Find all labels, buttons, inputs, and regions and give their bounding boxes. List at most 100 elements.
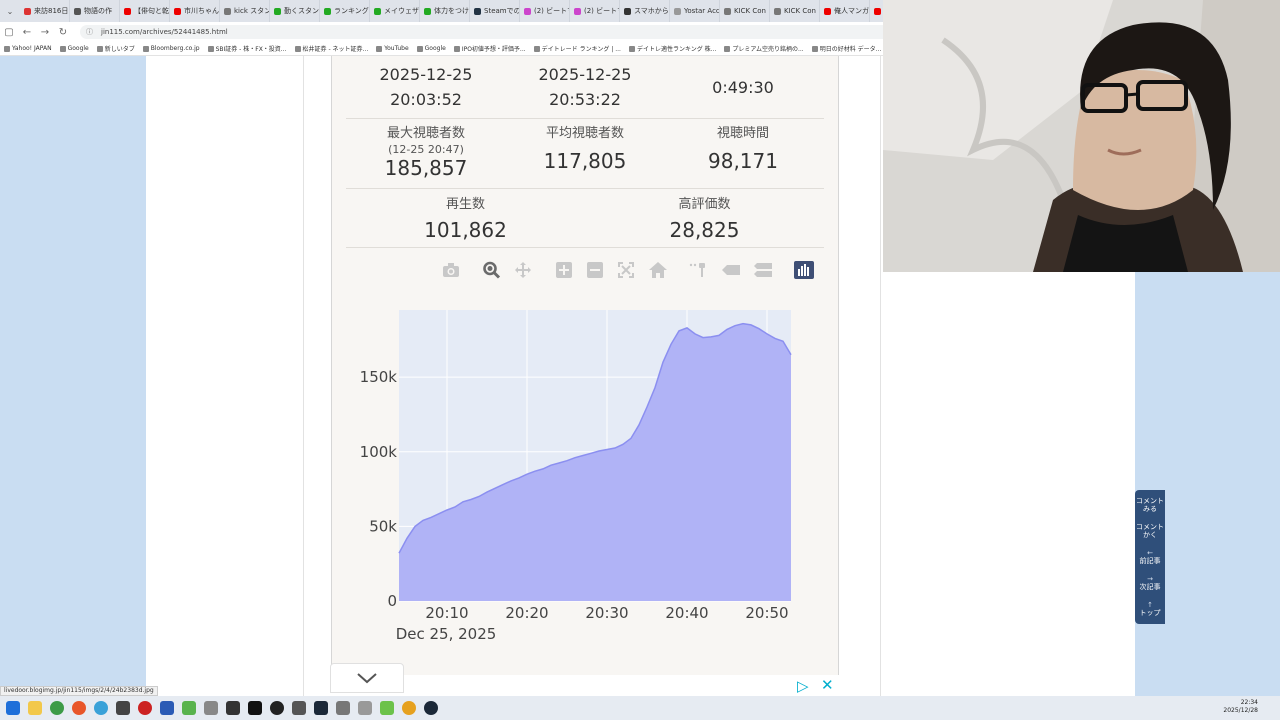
browser-tab[interactable]: 体力をつけ [420, 0, 470, 22]
start-icon[interactable] [6, 701, 20, 715]
zoom-out-icon[interactable] [584, 260, 606, 280]
bookmark-item[interactable]: SBI証券 - 株・FX・投資... [207, 44, 287, 53]
side-nav-button[interactable]: コメント かく [1135, 518, 1165, 544]
pan-icon[interactable] [512, 260, 534, 280]
chrome-icon[interactable] [50, 701, 64, 715]
app-icon[interactable] [336, 701, 350, 715]
bookmark-item[interactable]: Yahoo! JAPAN [4, 45, 52, 52]
ad-choices-icon[interactable]: ▷ [797, 677, 809, 695]
bookmark-item[interactable]: Google [416, 45, 446, 52]
site-info-icon[interactable]: ⓘ [86, 27, 93, 37]
ad-close-icon[interactable]: ✕ [821, 676, 834, 694]
forward-icon[interactable]: → [36, 27, 54, 38]
browser-tab[interactable]: Yostar Account [670, 0, 720, 22]
app-icon[interactable] [358, 701, 372, 715]
bookmark-item[interactable]: 明日の好材料 データ... [811, 44, 881, 53]
bookmark-item[interactable]: IPO初値予想・評価予... [453, 44, 526, 53]
hover-compare-icon[interactable] [752, 260, 774, 280]
home-icon[interactable] [647, 260, 669, 280]
bookmark-label: プレミアム空売り銘柄の... [732, 46, 804, 53]
url-text: jin115.com/archives/52441485.html [101, 28, 228, 36]
system-clock[interactable]: 22:34 2025/12/28 [1223, 699, 1258, 715]
steam-icon[interactable] [424, 701, 438, 715]
bookmark-favicon-icon [4, 45, 10, 52]
side-nav-button[interactable]: ← 前記事 [1135, 544, 1165, 570]
tab-favicon-icon [124, 7, 131, 15]
app-icon[interactable] [204, 701, 218, 715]
browser-tab[interactable]: (2) ビートマ [570, 0, 620, 22]
browser-tab[interactable]: 来訪816日 [20, 0, 70, 22]
browser-tab[interactable]: 市川ちゃん [170, 0, 220, 22]
url-field[interactable]: ⓘ jin115.com/archives/52441485.html [80, 25, 940, 39]
browser-tab[interactable]: KICK Con [770, 0, 820, 22]
bookmark-item[interactable]: プレミアム空売り銘柄の... [724, 44, 804, 53]
tab-favicon-icon [274, 7, 281, 15]
bookmark-favicon-icon [533, 45, 540, 52]
back-icon[interactable]: ← [18, 27, 36, 38]
camera-icon[interactable] [440, 260, 462, 280]
edge-icon[interactable] [94, 701, 108, 715]
reload-icon[interactable]: ↻ [54, 27, 72, 38]
file-explorer-icon[interactable] [28, 701, 42, 715]
hover-closest-icon[interactable] [720, 260, 742, 280]
firefox-icon[interactable] [72, 701, 86, 715]
browser-tab[interactable]: ランキング [320, 0, 370, 22]
avg-viewers-value: 117,805 [543, 149, 627, 173]
bookmark-item[interactable]: 松井証券 - ネット証券... [294, 44, 368, 53]
bookmark-item[interactable]: Google [59, 45, 89, 52]
end-time: 20:53:22 [549, 90, 621, 109]
app-icon[interactable] [292, 701, 306, 715]
browser-tab[interactable]: メイウェザ [370, 0, 420, 22]
browser-tab[interactable]: 【俳句と乾 [120, 0, 170, 22]
browser-tab[interactable]: スマホからも [620, 0, 670, 22]
app-icon[interactable] [248, 701, 262, 715]
bookmark-label: デイトレ適性ランキング 株... [636, 46, 717, 53]
browser-tab[interactable]: Steamでの [470, 0, 520, 22]
tab-favicon-icon [24, 7, 31, 15]
side-floating-nav: コメント みる コメント かく ← 前記事 → 次記事 ↑ トップ [1135, 490, 1165, 624]
steam-icon[interactable] [314, 701, 328, 715]
record-icon[interactable] [138, 701, 152, 715]
browser-tab[interactable]: KICK Con [720, 0, 770, 22]
tab-favicon-icon [874, 7, 881, 15]
ad-banner[interactable] [331, 675, 839, 696]
plotly-logo-icon[interactable] [793, 260, 815, 280]
app-icon[interactable] [402, 701, 416, 715]
tab-favicon-icon [424, 7, 431, 15]
watch-time-label: 視聴時間 [716, 126, 769, 141]
tab-menu-button[interactable]: ⌄ [0, 0, 20, 22]
collapse-ad-button[interactable] [330, 663, 404, 693]
side-nav-button[interactable]: ↑ トップ [1135, 596, 1165, 622]
browser-tab[interactable]: 俺人マンガ [820, 0, 870, 22]
app-icon[interactable] [160, 701, 174, 715]
autoscale-icon[interactable] [615, 260, 637, 280]
bookmark-item[interactable]: Bloomberg.co.jp [142, 45, 200, 52]
browser-tab[interactable]: kick スタン [220, 0, 270, 22]
app-icon[interactable] [182, 701, 196, 715]
browser-tab[interactable]: (2) ビートマ [520, 0, 570, 22]
app-icon[interactable] [380, 701, 394, 715]
tab-label: ランキング [334, 7, 369, 15]
terminal-icon[interactable] [226, 701, 240, 715]
duration-cell: 0:49:30 [663, 75, 823, 100]
tab-label: KICK Con [734, 7, 766, 15]
sidebar-toggle-icon[interactable]: ▢ [0, 27, 18, 38]
zoom-icon[interactable] [481, 260, 503, 280]
side-nav-button[interactable]: コメント みる [1135, 492, 1165, 518]
zoom-in-icon[interactable] [553, 260, 575, 280]
bookmark-item[interactable]: 新しいタブ [96, 44, 135, 53]
viewer-count-chart[interactable]: 20:10 20:20 20:30 20:40 20:50 Dec 25, 2025 0 50… [340, 290, 820, 650]
side-nav-button[interactable]: → 次記事 [1135, 570, 1165, 596]
y-tick-label: 0 [387, 592, 397, 610]
tab-label: 物語の作 [84, 7, 112, 15]
spike-lines-icon[interactable] [687, 260, 709, 280]
app-icon[interactable] [270, 701, 284, 715]
side-nav-label: みる [1143, 505, 1157, 513]
app-icon[interactable] [116, 701, 130, 715]
bookmark-item[interactable]: デイトレード ランキング | ... [533, 44, 621, 53]
bookmark-item[interactable]: YouTube [376, 45, 409, 52]
browser-tab[interactable]: 物語の作 [70, 0, 120, 22]
bookmark-item[interactable]: デイトレ適性ランキング 株... [628, 44, 717, 53]
start-time-cell: 2025-12-25 20:03:52 [346, 62, 506, 112]
browser-tab[interactable]: 勤くスタン [270, 0, 320, 22]
